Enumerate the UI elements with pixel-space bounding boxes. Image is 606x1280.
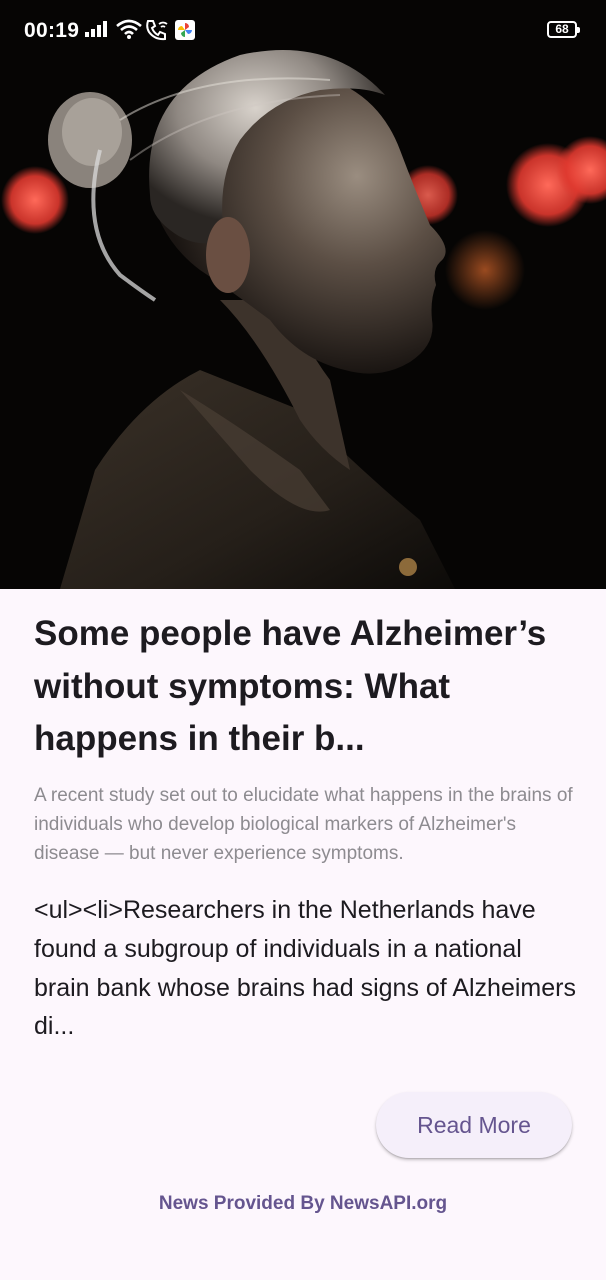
news-provider-credit: News Provided By NewsAPI.org — [158, 1193, 448, 1214]
article-image — [0, 0, 606, 589]
battery-icon: 68 — [547, 21, 580, 38]
status-time: 00:19 — [24, 19, 80, 42]
article-title: Some people have Alzheimer’s without sym… — [34, 614, 547, 758]
wifi-icon — [116, 19, 142, 44]
battery-level: 68 — [555, 22, 569, 36]
read-more-button[interactable]: Read More — [376, 1092, 572, 1158]
google-photos-icon — [175, 20, 195, 40]
signal-icon — [85, 21, 109, 42]
news-detail-screen: 00:19 68 Some people have Alzheimer’s wi… — [0, 0, 606, 1280]
status-bar: 00:19 68 — [0, 0, 606, 60]
wifi-calling-icon — [145, 19, 169, 46]
article-description: A recent study set out to elucidate what… — [34, 785, 573, 864]
read-more-label: Read More — [417, 1111, 531, 1138]
article-content: <ul><li>Researchers in the Netherlands h… — [34, 896, 576, 1041]
article-image-illustration — [0, 0, 606, 589]
